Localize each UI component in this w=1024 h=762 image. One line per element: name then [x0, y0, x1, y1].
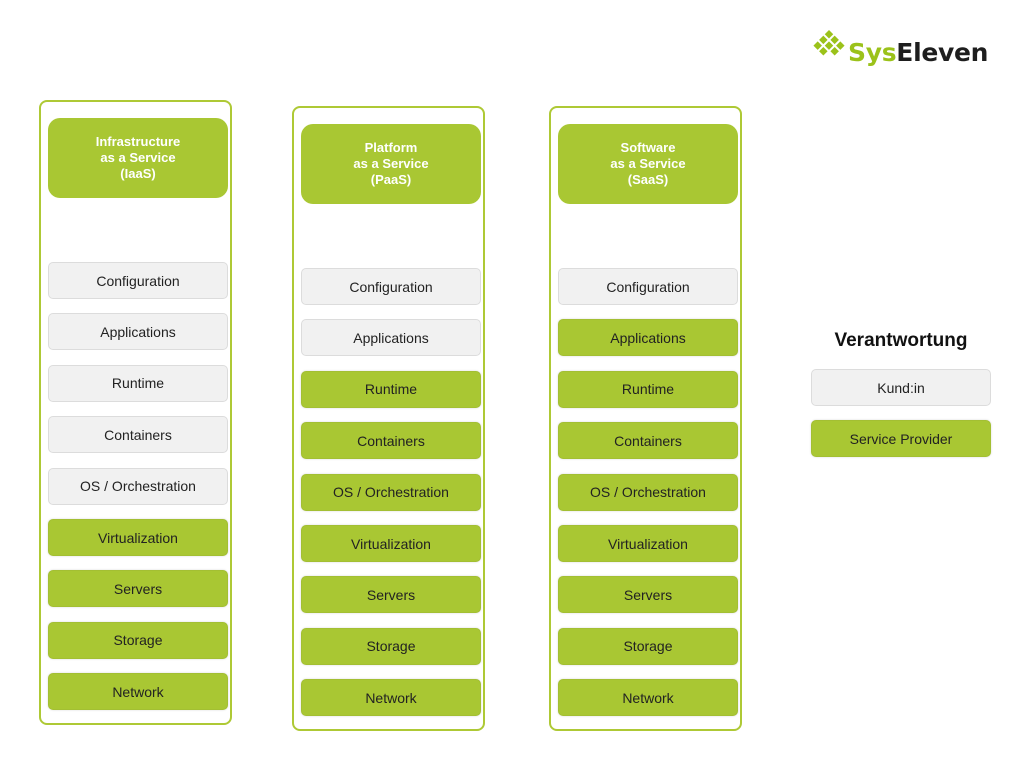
layer-runtime: Runtime	[558, 370, 738, 408]
layer-runtime: Runtime	[301, 370, 481, 408]
layer-containers: Containers	[301, 422, 481, 460]
column-header-saas: Software as a Service (SaaS)	[558, 124, 738, 204]
column-title-line: as a Service	[610, 156, 686, 171]
layer-servers: Servers	[48, 570, 228, 608]
layer-virtualization: Virtualization	[301, 525, 481, 562]
column-title-line: (SaaS)	[627, 172, 669, 187]
layer-os-orchestration: OS / Orchestration	[558, 473, 738, 511]
layer-network: Network	[301, 679, 481, 717]
layer-virtualization: Virtualization	[558, 525, 738, 562]
layer-storage: Storage	[558, 627, 738, 665]
legend-item-customer: Kund:in	[811, 369, 991, 406]
sys-eleven-logo: SysEleven	[812, 22, 988, 72]
column-header-paas: Platform as a Service (PaaS)	[301, 124, 481, 204]
column-saas: Software as a Service (SaaS) Configuration A…	[549, 106, 742, 731]
layer-containers: Containers	[558, 422, 738, 460]
column-title-line: Infrastructure	[95, 134, 181, 149]
layer-os-orchestration: OS / Orchestration	[301, 473, 481, 511]
layer-applications: Applications	[48, 313, 228, 351]
layer-configuration: Configuration	[48, 262, 228, 299]
layer-storage: Storage	[48, 621, 228, 659]
layer-network: Network	[558, 679, 738, 717]
logo-eleven-text: Eleven	[896, 37, 989, 67]
column-title-line: (IaaS)	[120, 166, 156, 181]
column-paas: Platform as a Service (PaaS) Configuration A…	[292, 106, 485, 731]
logo-wordmark: SysEleven	[848, 38, 988, 67]
column-title-line: (PaaS)	[370, 172, 412, 187]
column-title-line: as a Service	[100, 150, 176, 165]
column-title-line: Platform	[364, 140, 418, 155]
layer-applications: Applications	[301, 319, 481, 357]
column-title-line: Software	[620, 140, 676, 155]
column-iaas: Infrastructure as a Service (IaaS) Configur…	[39, 100, 232, 725]
legend-title: Verantwortung	[834, 330, 968, 351]
layer-configuration: Configuration	[301, 268, 481, 305]
layer-virtualization: Virtualization	[48, 519, 228, 556]
logo-sys-text: Sys	[848, 37, 897, 67]
layer-os-orchestration: OS / Orchestration	[48, 467, 228, 505]
layer-runtime: Runtime	[48, 364, 228, 402]
layer-containers: Containers	[48, 416, 228, 454]
layer-servers: Servers	[301, 576, 481, 614]
layer-servers: Servers	[558, 576, 738, 614]
layer-network: Network	[48, 673, 228, 711]
column-header-iaas: Infrastructure as a Service (IaaS)	[48, 118, 228, 198]
diamond-grid-icon	[813, 30, 845, 56]
layer-configuration: Configuration	[558, 268, 738, 305]
legend-item-provider: Service Provider	[811, 420, 991, 457]
column-title-line: as a Service	[353, 156, 429, 171]
layer-storage: Storage	[301, 627, 481, 665]
layer-applications: Applications	[558, 319, 738, 357]
